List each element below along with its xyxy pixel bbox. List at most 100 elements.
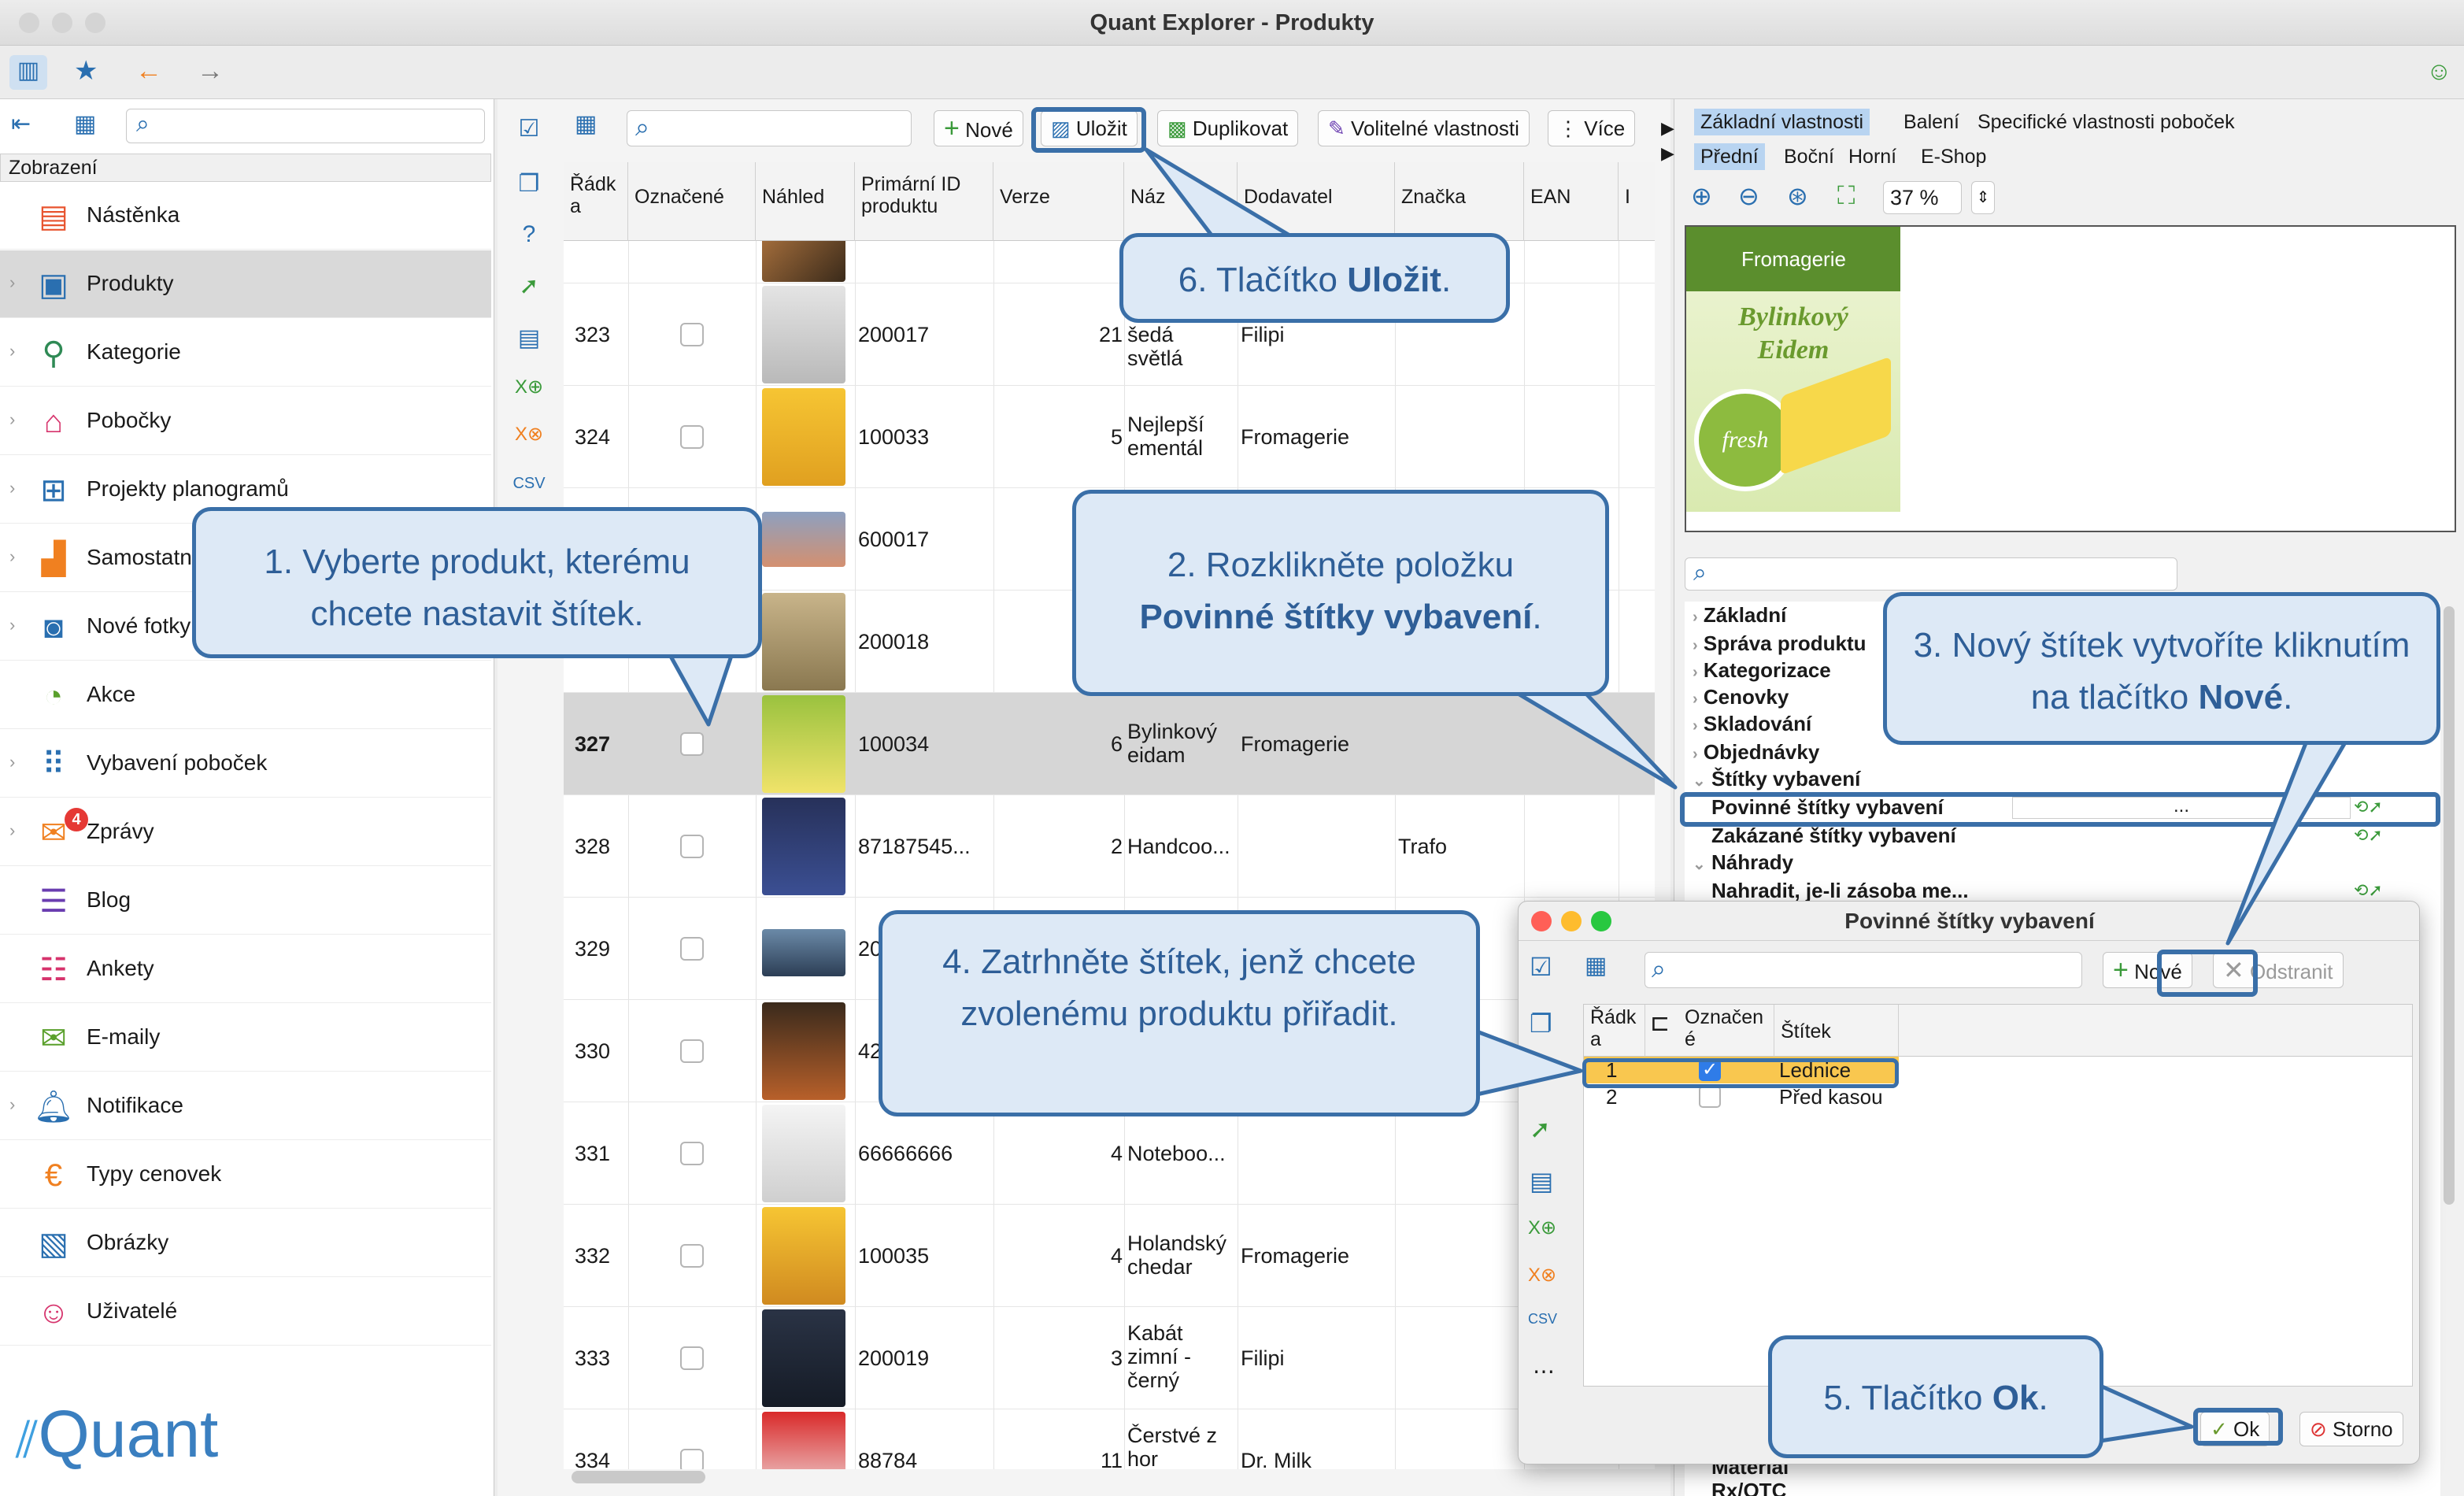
column-header[interactable]: Náz xyxy=(1124,162,1238,241)
zoom-window-button[interactable] xyxy=(85,13,105,33)
copy-icon[interactable]: ❐ xyxy=(512,167,546,202)
optional-properties-button[interactable]: ✎ Volitelné vlastnosti xyxy=(1318,110,1530,146)
tab-predni[interactable]: Přední xyxy=(1694,143,1765,170)
row-checkbox[interactable] xyxy=(680,323,704,346)
column-header[interactable]: Verze xyxy=(993,162,1124,241)
row-checkbox[interactable] xyxy=(680,835,704,858)
property-group[interactable]: › Základní xyxy=(1693,602,1786,631)
minimize-dialog-button[interactable] xyxy=(1561,911,1582,931)
row-checkbox[interactable] xyxy=(680,1142,704,1165)
column-header[interactable]: EAN xyxy=(1524,162,1619,241)
excel-import-icon[interactable]: X⊗ xyxy=(1528,1264,1556,1287)
excel-import-icon[interactable]: X⊗ xyxy=(512,417,546,452)
duplicate-button[interactable]: ▩ Duplikovat xyxy=(1157,110,1299,146)
column-header[interactable]: Štítek xyxy=(1774,1005,1899,1057)
table-row[interactable]: 334 88784 11 Čerstvé z hor Dr. Milk xyxy=(564,1409,1655,1469)
property-group[interactable]: › Kategorizace xyxy=(1693,657,1831,686)
tab-bocni[interactable]: Boční xyxy=(1778,143,1841,170)
row-checkbox[interactable] xyxy=(680,937,704,961)
sidebar-item-zpravy[interactable]: › ✉ 4 Zprávy xyxy=(0,798,491,866)
sidebar-item-typy-cenovek[interactable]: € Typy cenovek xyxy=(0,1141,491,1209)
help-icon[interactable]: ? xyxy=(512,217,546,252)
favorites-star-icon[interactable]: ★ xyxy=(74,55,98,87)
row-checkbox[interactable] xyxy=(680,732,704,756)
properties-scrollbar[interactable] xyxy=(2444,606,2455,1205)
property-group[interactable]: › Skladování xyxy=(1693,710,1811,739)
table-settings-icon[interactable]: ▦ xyxy=(1585,952,1607,979)
zoom-fit-icon[interactable]: ⊛ xyxy=(1787,181,1808,211)
column-header[interactable]: Primární ID produktu xyxy=(855,162,993,241)
sidebar-item-pobocky[interactable]: › ⌂ Pobočky xyxy=(0,387,491,455)
sidebar-item-notifikace[interactable]: › 🔔︎ Notifikace xyxy=(0,1072,491,1140)
dialog-search-input[interactable]: ⌕ xyxy=(1645,952,2082,988)
table-row[interactable]: 332 100035 4 Holandský chedar Fromagerie xyxy=(564,1205,1655,1307)
property-nahradit[interactable]: Nahradit, je-li zásoba me... xyxy=(1711,877,1969,904)
tab-e-shop[interactable]: E-Shop xyxy=(1915,143,1992,170)
property-group[interactable]: › Správa produktu xyxy=(1693,630,1866,659)
tab-horni[interactable]: Horní xyxy=(1842,143,1903,170)
zoom-actual-icon[interactable]: ⛶ xyxy=(1837,181,1855,211)
sidebar-toggle-icon[interactable]: ▥ xyxy=(9,55,47,90)
column-header[interactable]: ⊏ Označen é xyxy=(1645,1005,1774,1057)
copy-icon[interactable]: ❐ xyxy=(1530,1009,1552,1039)
status-smiley-icon[interactable]: ☺ xyxy=(2426,55,2452,87)
sidebar-item-akce[interactable]: ◔ Akce xyxy=(0,661,491,729)
sidebar-item-produkty[interactable]: › ▣ Produkty xyxy=(0,250,491,318)
sidebar-item-blog[interactable]: ☰ Blog xyxy=(0,867,491,935)
zoom-in-icon[interactable]: ⊕ xyxy=(1691,181,1712,211)
table-row[interactable]: 331 66666666 4 Noteboo... xyxy=(564,1102,1655,1205)
close-dialog-button[interactable] xyxy=(1531,911,1552,931)
table-row[interactable]: 328 87187545... 2 Handcoo... Trafo xyxy=(564,795,1655,898)
zoom-out-icon[interactable]: ⊖ xyxy=(1738,181,1759,211)
forward-arrow-icon[interactable]: → xyxy=(197,55,224,87)
zoom-stepper[interactable]: ⇕ xyxy=(1971,181,1995,214)
sidebar-item-obrazky[interactable]: ▧ Obrázky xyxy=(0,1209,491,1277)
view-settings-icon[interactable]: ▦ xyxy=(74,110,96,138)
table-row[interactable]: 324 100033 5 Nejlepší ementál Fromagerie xyxy=(564,386,1655,488)
close-window-button[interactable] xyxy=(19,13,39,33)
row-checkbox[interactable] xyxy=(680,1449,704,1469)
property-rx-otc[interactable]: Rx/OTC xyxy=(1711,1477,1786,1496)
expand-right-icon[interactable]: ▶ xyxy=(1661,118,1674,139)
column-header[interactable]: Dodavatel xyxy=(1238,162,1395,241)
sidebar-item-ankety[interactable]: ☷ Ankety xyxy=(0,935,491,1003)
tab-baleni[interactable]: Balení xyxy=(1897,109,1966,135)
select-all-icon[interactable]: ☑ xyxy=(512,112,546,146)
reset-property-icon[interactable]: ⟲➚ xyxy=(2354,825,2383,846)
new-product-button[interactable]: + Nové xyxy=(934,110,1023,146)
table-row[interactable]: 333 200019 3 Kabát zimní - černý Filipi xyxy=(564,1307,1655,1409)
table-row-selected[interactable]: 327 100034 6 Bylinkový eidam Fromagerie xyxy=(564,693,1655,795)
back-arrow-icon[interactable]: ← xyxy=(135,55,162,87)
reset-property-icon[interactable]: ⟲➚ xyxy=(2354,880,2383,901)
list-icon[interactable]: ▤ xyxy=(512,321,546,356)
property-group[interactable]: › Objednávky xyxy=(1693,739,1819,768)
column-header[interactable]: Značka xyxy=(1395,162,1524,241)
excel-export-icon[interactable]: X⊕ xyxy=(512,370,546,405)
property-group-expanded[interactable]: ⌄ Náhrady xyxy=(1693,849,1793,878)
column-header[interactable]: Náhled xyxy=(756,162,855,241)
row-checkbox[interactable] xyxy=(680,1244,704,1268)
collapse-panel-icon[interactable]: ⇤ xyxy=(11,110,31,138)
csv-export-icon[interactable]: CSV xyxy=(1528,1311,1557,1328)
tab-specificke-vlastnosti[interactable]: Specifické vlastnosti poboček xyxy=(1971,109,2241,135)
horizontal-scrollbar[interactable] xyxy=(572,1471,705,1483)
column-header[interactable]: I xyxy=(1619,162,1655,241)
pointer-icon[interactable]: ➚ xyxy=(1530,1114,1551,1144)
excel-export-icon[interactable]: X⊕ xyxy=(1528,1216,1556,1239)
column-header[interactable]: Řádk a xyxy=(564,162,628,241)
minimize-window-button[interactable] xyxy=(52,13,72,33)
column-header[interactable]: Označené xyxy=(628,162,756,241)
sidebar-item-nastenka[interactable]: ▤ Nástěnka xyxy=(0,182,491,250)
property-group-expanded[interactable]: ⌄ Štítky vybavení xyxy=(1693,765,1860,794)
more-horizontal-icon[interactable]: ⋯ xyxy=(1533,1358,1555,1384)
property-group[interactable]: › Cenovky xyxy=(1693,683,1789,713)
product-search-input[interactable]: ⌕ xyxy=(627,110,912,146)
more-button[interactable]: ⋮ Více xyxy=(1548,110,1636,146)
row-checkbox[interactable] xyxy=(1699,1086,1721,1108)
tab-zakladni-vlastnosti[interactable]: Základní vlastnosti xyxy=(1694,109,1870,135)
row-checkbox[interactable] xyxy=(680,425,704,449)
properties-search-input[interactable]: ⌕ xyxy=(1685,557,2177,591)
sidebar-item-kategorie[interactable]: › ⚲ Kategorie xyxy=(0,319,491,387)
zoom-level-field[interactable]: 37 % xyxy=(1883,181,1962,214)
zoom-dialog-button[interactable] xyxy=(1591,911,1611,931)
